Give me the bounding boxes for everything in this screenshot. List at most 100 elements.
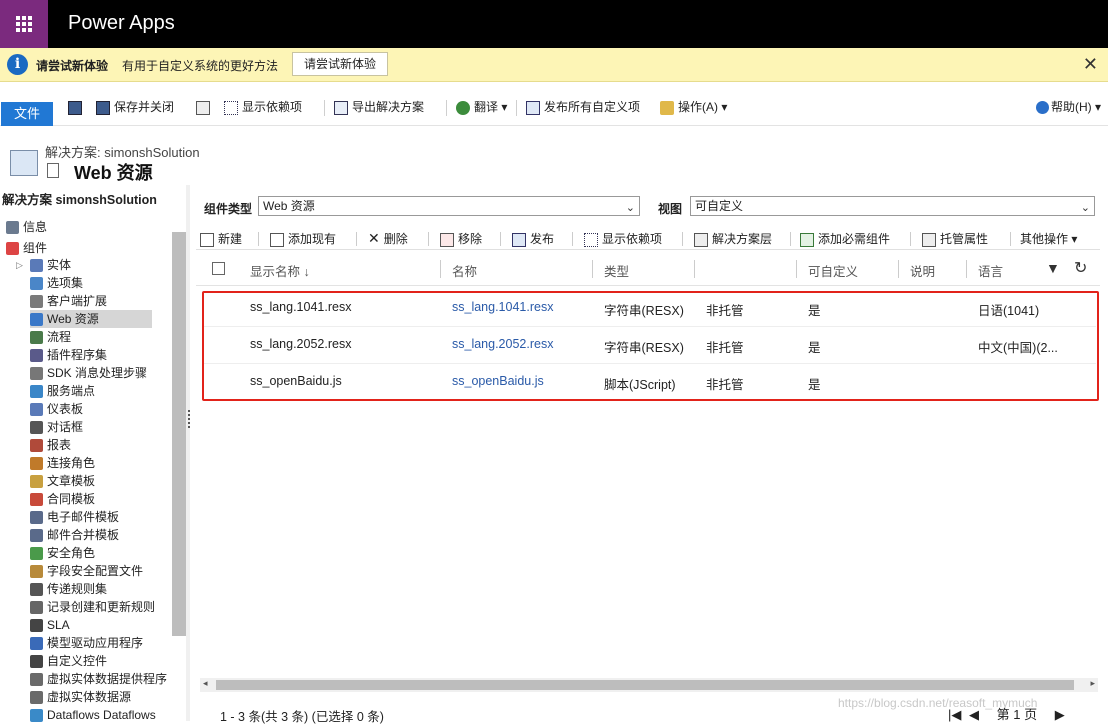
- component-type-label: 组件类型: [204, 202, 253, 216]
- nav-item-label: 虚拟实体数据提供程序: [47, 672, 168, 686]
- publish-all-button[interactable]: 发布所有自定义项: [526, 98, 640, 116]
- prev-page-icon[interactable]: ◀: [969, 707, 979, 722]
- app-launcher-button[interactable]: [0, 0, 48, 48]
- actions-menu[interactable]: 操作(A) ▾: [660, 98, 727, 116]
- add-required-components-button[interactable]: 添加必需组件: [800, 230, 890, 247]
- help-label: 帮助(H): [1051, 100, 1092, 114]
- nav-item-18[interactable]: 邮件合并模板: [30, 526, 119, 544]
- next-page-icon[interactable]: ▶: [1055, 707, 1065, 722]
- column-type[interactable]: 类型: [604, 261, 629, 280]
- show-dependencies-button[interactable]: 显示依赖项: [224, 98, 302, 116]
- sdk-icon: [30, 367, 43, 381]
- column-name[interactable]: 名称: [452, 261, 477, 280]
- nav-item-7[interactable]: 流程: [30, 328, 71, 346]
- nav-item-12[interactable]: 对话框: [30, 418, 83, 436]
- help-icon: [1036, 101, 1049, 115]
- more-actions-menu[interactable]: 其他操作 ▾: [1020, 230, 1077, 247]
- nav-item-21[interactable]: 传递规则集: [30, 580, 107, 598]
- nav-item-16[interactable]: 合同模板: [30, 490, 95, 508]
- entity-icon: [30, 259, 43, 273]
- file-tab[interactable]: 文件: [1, 102, 53, 126]
- save-and-close-button[interactable]: 保存并关闭: [96, 98, 174, 116]
- print-button[interactable]: [196, 98, 214, 116]
- nav-item-26[interactable]: 虚拟实体数据提供程序: [30, 670, 167, 688]
- nav-item-10[interactable]: 服务端点: [30, 382, 95, 400]
- remove-button[interactable]: 移除: [440, 230, 482, 247]
- actions-label: 操作(A): [678, 100, 718, 114]
- layers-icon: [694, 232, 708, 247]
- divider: [898, 260, 899, 278]
- pane-splitter[interactable]: [186, 185, 190, 721]
- publish-button[interactable]: 发布: [512, 230, 554, 247]
- nav-item-28[interactable]: Dataflows Dataflows: [30, 706, 156, 724]
- try-new-experience-button[interactable]: 请尝试新体验: [292, 52, 388, 76]
- nav-scrollbar[interactable]: [172, 232, 186, 636]
- export-solution-button[interactable]: 导出解决方案: [334, 98, 424, 116]
- nav-item-label: 实体: [47, 258, 72, 272]
- nav-item-11[interactable]: 仪表板: [30, 400, 83, 418]
- solution-layers-button[interactable]: 解决方案层: [694, 230, 772, 247]
- nav-item-22[interactable]: 记录创建和更新规则: [30, 598, 155, 616]
- column-language[interactable]: 语言: [978, 261, 1003, 280]
- nav-item-17[interactable]: 电子邮件模板: [30, 508, 119, 526]
- show-dependencies-grid-button[interactable]: 显示依赖项: [584, 230, 662, 247]
- nav-item-27[interactable]: 虚拟实体数据源: [30, 688, 131, 706]
- component-type-value: Web 资源: [263, 199, 315, 213]
- scroll-right-icon[interactable]: ▸: [1090, 678, 1095, 689]
- first-page-icon[interactable]: |◀: [948, 707, 961, 722]
- save-button[interactable]: [68, 98, 86, 116]
- add-existing-button[interactable]: 添加现有: [270, 230, 336, 247]
- new-button[interactable]: 新建: [200, 230, 242, 247]
- main-panel: 组件类型 Web 资源 ⌄ 视图 可自定义 ⌄ 新建 添加现有 ✕ 删除 移除 发…: [196, 190, 1108, 721]
- help-menu[interactable]: 帮助(H) ▾: [1036, 98, 1101, 116]
- webresource-icon: [30, 313, 43, 327]
- managed-properties-button[interactable]: 托管属性: [922, 230, 988, 247]
- nav-item-20[interactable]: 字段安全配置文件: [30, 562, 143, 580]
- nav-item-label: 字段安全配置文件: [47, 564, 144, 578]
- nav-item-14[interactable]: 连接角色: [30, 454, 95, 472]
- expand-icon[interactable]: ▷: [16, 256, 23, 274]
- nav-item-23[interactable]: SLA: [30, 616, 70, 634]
- refresh-icon[interactable]: ↻: [1074, 258, 1087, 278]
- nav-item-label: 模型驱动应用程序: [47, 636, 144, 650]
- column-customizable[interactable]: 可自定义: [808, 261, 858, 280]
- nav-item-19[interactable]: 安全角色: [30, 544, 95, 562]
- dependencies-icon: [584, 232, 598, 247]
- divider: [516, 100, 517, 116]
- horizontal-scrollbar[interactable]: ◂ ▸: [200, 678, 1098, 692]
- scroll-thumb[interactable]: [216, 680, 1074, 690]
- nav-item-4[interactable]: 选项集: [30, 274, 83, 292]
- column-description[interactable]: 说明: [910, 261, 935, 280]
- connection-role-icon: [30, 457, 43, 471]
- dashboard-icon: [30, 403, 43, 417]
- nav-item-1[interactable]: 信息: [6, 218, 47, 236]
- select-all-checkbox[interactable]: [212, 262, 225, 275]
- mailmerge-template-icon: [30, 529, 43, 543]
- view-select[interactable]: 可自定义 ⌄: [690, 196, 1095, 216]
- scroll-left-icon[interactable]: ◂: [203, 678, 208, 689]
- column-display-name[interactable]: 显示名称 ↓: [250, 261, 310, 280]
- component-type-select[interactable]: Web 资源 ⌄: [258, 196, 640, 216]
- nav-item-24[interactable]: 模型驱动应用程序: [30, 634, 143, 652]
- export-solution-label: 导出解决方案: [352, 100, 425, 114]
- data-provider-icon: [30, 673, 43, 687]
- nav-item-15[interactable]: 文章模板: [30, 472, 95, 490]
- nav-item-8[interactable]: 插件程序集: [30, 346, 107, 364]
- nav-item-2[interactable]: 组件: [6, 239, 47, 257]
- filter-icon[interactable]: ▼: [1046, 260, 1060, 276]
- nav-item-6[interactable]: Web 资源: [30, 310, 152, 328]
- delete-button[interactable]: ✕ 删除: [368, 230, 408, 247]
- add-required-icon: [800, 232, 814, 247]
- nav-item-13[interactable]: 报表: [30, 436, 71, 454]
- close-icon[interactable]: ✕: [1083, 54, 1098, 75]
- translate-button[interactable]: 翻译 ▾: [456, 98, 507, 116]
- nav-item-label: 邮件合并模板: [47, 528, 120, 542]
- nav-item-25[interactable]: 自定义控件: [30, 652, 107, 670]
- web-resource-icon: [47, 163, 59, 178]
- command-bar: 文件 保存并关闭 显示依赖项 导出解决方案 翻译 ▾ 发布所有自定义项 操作(A…: [0, 90, 1108, 126]
- nav-item-label: 电子邮件模板: [47, 510, 120, 524]
- nav-item-3[interactable]: ▷ 实体: [16, 256, 72, 274]
- nav-item-9[interactable]: SDK 消息处理步骤: [30, 364, 147, 382]
- nav-item-5[interactable]: 客户端扩展: [30, 292, 107, 310]
- add-existing-icon: [270, 232, 284, 247]
